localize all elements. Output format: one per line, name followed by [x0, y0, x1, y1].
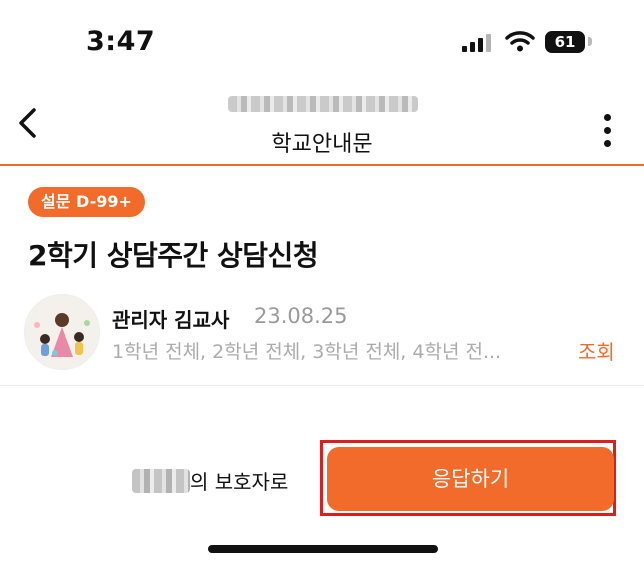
avatar [24, 294, 100, 370]
blurred-school-name [228, 96, 418, 112]
post-date: 23.08.25 [254, 304, 348, 328]
guardian-suffix: 의 보호자로 [190, 470, 289, 494]
home-indicator [208, 545, 438, 553]
target-audience: 1학년 전체, 2학년 전체, 3학년 전체, 4학년 전... [112, 341, 502, 363]
view-targets-link[interactable]: 조회 [578, 336, 615, 365]
post-title: 2학기 상담주간 상담신청 [28, 239, 319, 272]
wifi-icon [505, 31, 535, 52]
respond-button[interactable]: 응답하기 [327, 447, 614, 511]
battery-icon: 61 [545, 31, 585, 53]
survey-dday-badge: 설문 D-99+ [28, 187, 145, 217]
more-options-button[interactable] [598, 112, 618, 148]
divider [0, 385, 644, 386]
cellular-signal-icon [462, 34, 491, 52]
page-title: 학교안내문 [271, 132, 373, 157]
battery-cap [588, 37, 592, 46]
vertical-dots-icon [604, 114, 611, 121]
author-name: 관리자 김교사 [112, 308, 230, 332]
blurred-student-name [132, 469, 190, 493]
battery-level: 61 [554, 33, 576, 51]
status-time: 3:47 [86, 26, 156, 57]
app-header: 학교안내문 [0, 82, 644, 166]
children-illustration-icon [34, 313, 90, 357]
guardian-label: 의 보호자로 [132, 466, 288, 495]
status-bar: 3:47 61 [0, 0, 644, 80]
